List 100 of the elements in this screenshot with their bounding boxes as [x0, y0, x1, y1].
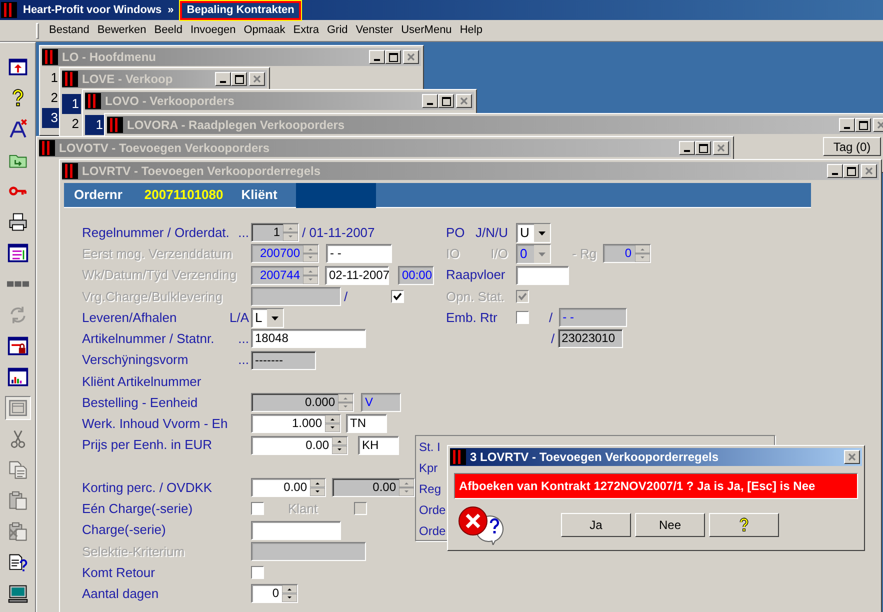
- close-button[interactable]: [844, 450, 860, 464]
- text-field[interactable]: KH: [358, 436, 399, 455]
- menu-number[interactable]: 2: [42, 88, 60, 108]
- number-spinner[interactable]: 0.000: [251, 393, 354, 412]
- field-label: Orde: [419, 523, 446, 540]
- paste-icon: [6, 490, 28, 512]
- field-label: Aantal dagen: [82, 585, 159, 604]
- menu-item[interactable]: Help: [456, 22, 486, 39]
- printer-icon: [6, 211, 28, 233]
- dialog-title: 3 LOVRTV - Toevoegen Verkooporderregels: [470, 449, 719, 466]
- menu-item[interactable]: Grid: [322, 22, 352, 39]
- field-label: ...: [238, 330, 249, 348]
- close-icon: [253, 75, 261, 83]
- menu-item[interactable]: Bestand: [45, 22, 94, 39]
- maximize-button[interactable]: [855, 118, 871, 132]
- close-button[interactable]: [713, 141, 729, 155]
- field-label: Verschÿningsvorm: [82, 351, 188, 370]
- field-label: Leveren/Afhalen: [82, 308, 177, 327]
- minimize-button[interactable]: [369, 50, 385, 64]
- number-spinner[interactable]: 0.00: [332, 478, 415, 498]
- menu-number[interactable]: 2: [62, 114, 81, 134]
- dialog-button[interactable]: Nee: [635, 513, 705, 537]
- help-icon: [737, 517, 751, 533]
- window-title: LO - Hoofdmenu: [62, 49, 156, 66]
- close-button[interactable]: [456, 94, 472, 108]
- spin-arrows-icon[interactable]: [282, 585, 297, 602]
- client-label: Kliënt: [241, 186, 278, 204]
- spin-arrows-icon[interactable]: [310, 479, 325, 496]
- field-label: PO: [446, 224, 465, 242]
- field-label: Kliënt Artikelnummer: [82, 372, 202, 391]
- minimize-button[interactable]: [827, 164, 843, 178]
- tag-button[interactable]: Tag (0): [823, 137, 881, 156]
- order-label: Ordernr: [74, 186, 122, 204]
- text-field[interactable]: 23023010: [558, 329, 623, 348]
- window-title: LOVE - Verkoop: [82, 71, 173, 88]
- spin-arrows-icon[interactable]: [325, 415, 340, 432]
- close-button[interactable]: [249, 72, 265, 86]
- menu-item[interactable]: UserMenu: [397, 22, 456, 39]
- number-spinner[interactable]: 1: [251, 223, 299, 242]
- app-logo: [85, 93, 101, 109]
- maximize-button[interactable]: [231, 72, 247, 86]
- menu-item[interactable]: Invoegen: [186, 22, 240, 39]
- text-field[interactable]: 18048: [251, 329, 366, 348]
- menu-number[interactable]: 1: [62, 94, 81, 114]
- checkbox[interactable]: [251, 566, 264, 580]
- window-title: LOVRTV - Toevoegen Verkooporderregels: [82, 163, 320, 180]
- number-spinner[interactable]: 0: [251, 584, 298, 604]
- order-number: 20071101080: [144, 186, 224, 204]
- checkbox[interactable]: [251, 502, 264, 516]
- maximize-button[interactable]: [385, 50, 401, 64]
- menu-grip: [36, 22, 39, 38]
- window-lock-icon: [6, 335, 28, 357]
- menu-item[interactable]: Beeld: [150, 22, 186, 39]
- dialog-button[interactable]: Ja: [561, 513, 631, 537]
- text-field[interactable]: -------: [251, 350, 316, 370]
- number-spinner[interactable]: 0.00: [251, 436, 348, 455]
- maximize-button[interactable]: [695, 141, 711, 155]
- text-field[interactable]: TN: [346, 414, 387, 434]
- text-field[interactable]: [251, 520, 341, 540]
- menu-number[interactable]: 1: [85, 115, 105, 135]
- menu-item[interactable]: Bewerken: [93, 22, 150, 39]
- field-label: Artikelnummer / Statnr.: [82, 330, 214, 348]
- window-title: LOVO - Verkooporders: [105, 93, 234, 110]
- dropdown[interactable]: L: [251, 308, 284, 328]
- text-field[interactable]: [516, 266, 569, 285]
- menu-item[interactable]: Venster: [352, 22, 398, 39]
- menu-item[interactable]: Opmaak: [240, 22, 290, 39]
- maximize-icon: [846, 166, 856, 176]
- title-separator: »: [168, 2, 174, 18]
- close-icon: [460, 97, 468, 105]
- minimize-button[interactable]: [839, 118, 855, 132]
- maximize-button[interactable]: [843, 164, 859, 178]
- minimize-button[interactable]: [422, 94, 438, 108]
- field-label: Korting perc. / OVDKK: [82, 478, 212, 497]
- check-icon: [392, 292, 402, 301]
- close-icon: [407, 53, 415, 61]
- close-button[interactable]: [861, 164, 877, 178]
- minimize-button[interactable]: [215, 72, 231, 86]
- field-label: ...: [238, 351, 249, 370]
- help-button[interactable]: [709, 513, 779, 537]
- checkbox[interactable]: [516, 311, 529, 324]
- number-spinner[interactable]: 0.00: [251, 478, 326, 498]
- field-label: St. I: [419, 439, 440, 456]
- field-label: Eén Charge(-serie): [82, 500, 193, 518]
- close-button[interactable]: [403, 50, 419, 64]
- maximize-button[interactable]: [438, 94, 454, 108]
- menu-number[interactable]: 1: [42, 68, 60, 88]
- monitor-icon: [6, 583, 28, 605]
- field-label: Kpr: [419, 460, 438, 477]
- spin-arrows-icon[interactable]: [332, 436, 347, 454]
- dropdown[interactable]: U: [516, 222, 551, 243]
- dots-icon: [6, 281, 28, 287]
- close-icon: [877, 121, 883, 129]
- field-label: Regelnummer / Orderdat.: [82, 224, 230, 242]
- minimize-button[interactable]: [679, 141, 695, 155]
- field-label: ...: [238, 224, 249, 242]
- menu-number[interactable]: 3: [42, 108, 60, 128]
- app-logo: [107, 117, 123, 133]
- number-spinner[interactable]: 1.000: [251, 414, 341, 434]
- menu-item[interactable]: Extra: [289, 22, 323, 39]
